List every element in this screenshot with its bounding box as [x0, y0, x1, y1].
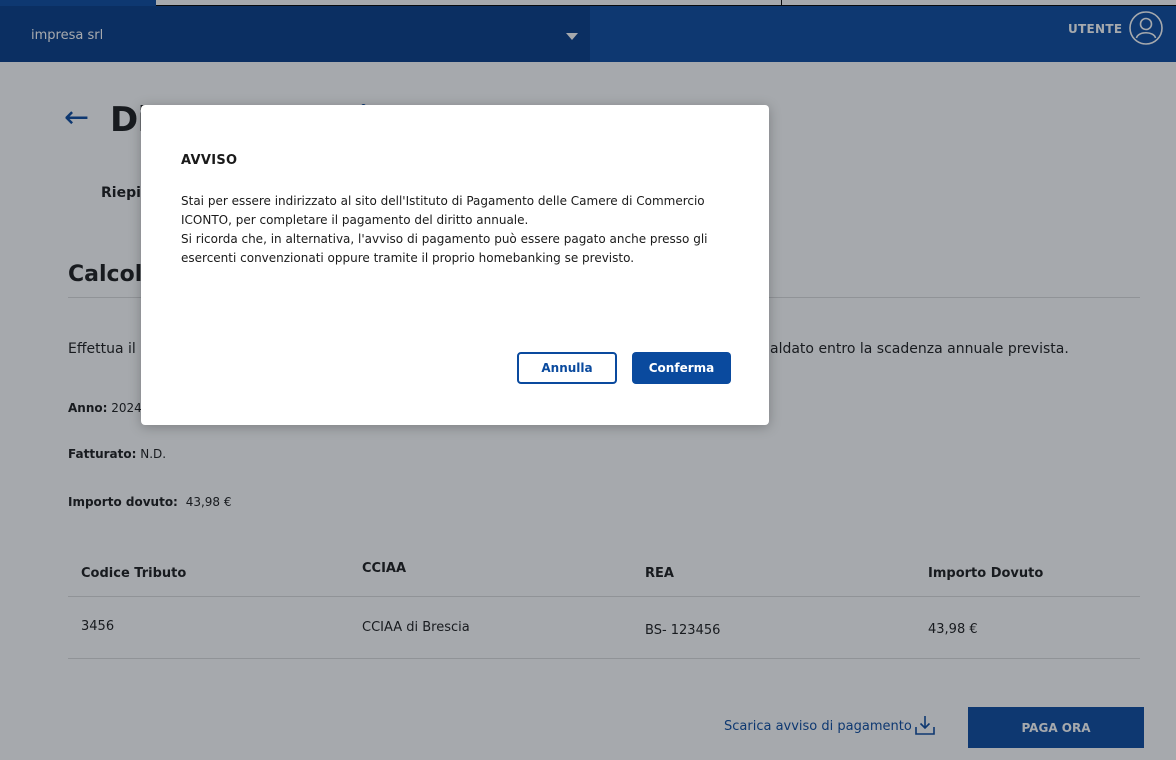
confirm-button[interactable]: Conferma: [632, 352, 731, 384]
modal-line: Si ricorda che, in alternativa, l'avviso…: [181, 232, 708, 246]
notice-modal: AVVISO Stai per essere indirizzato al si…: [141, 105, 769, 425]
modal-line: Stai per essere indirizzato al sito dell…: [181, 194, 705, 208]
cancel-button[interactable]: Annulla: [517, 352, 617, 384]
modal-line: ICONTO, per completare il pagamento del …: [181, 213, 529, 227]
modal-line: esercenti convenzionati oppure tramite i…: [181, 251, 635, 265]
modal-body: Stai per essere indirizzato al sito dell…: [181, 192, 741, 268]
modal-title: AVVISO: [181, 153, 238, 168]
